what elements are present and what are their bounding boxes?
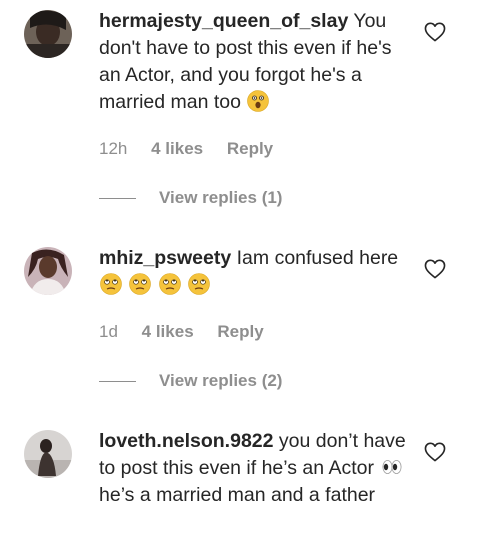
comment-text: loveth.nelson.9822 you don’t have to pos… xyxy=(99,428,409,509)
reply-button[interactable]: Reply xyxy=(227,139,273,158)
eye-roll-emoji xyxy=(129,273,152,295)
comment-username[interactable]: mhiz_psweety xyxy=(99,247,231,269)
astonished-face-emoji xyxy=(247,90,270,112)
reply-button[interactable]: Reply xyxy=(217,322,263,341)
avatar[interactable] xyxy=(24,430,72,478)
comment-body-continued: he’s a married man and a father xyxy=(99,484,376,506)
comment-username[interactable]: hermajesty_queen_of_slay xyxy=(99,10,348,32)
eye-roll-emoji xyxy=(100,273,122,295)
comment-text: mhiz_psweety Iam confused here xyxy=(99,245,409,299)
likes-count[interactable]: 4 likes xyxy=(151,139,203,158)
eye-roll-emoji xyxy=(159,273,181,295)
comment-time: 12h xyxy=(99,139,128,158)
comment-username[interactable]: loveth.nelson.9822 xyxy=(99,430,273,452)
avatar[interactable] xyxy=(24,10,72,58)
divider-line xyxy=(99,197,136,199)
view-replies-button[interactable]: View replies (1) xyxy=(159,188,282,208)
comment-text: hermajesty_queen_of_slay You don't have … xyxy=(99,8,409,116)
eyes-emoji xyxy=(382,460,402,474)
comment-time: 1d xyxy=(99,322,118,341)
view-replies[interactable]: View replies (2) xyxy=(99,369,282,393)
emoji-group xyxy=(99,273,211,296)
comment-meta: 12h 4 likes Reply xyxy=(99,139,292,159)
eye-roll-emoji xyxy=(188,273,211,295)
heart-outline-icon[interactable] xyxy=(424,259,446,279)
likes-count[interactable]: 4 likes xyxy=(142,322,194,341)
heart-outline-icon[interactable] xyxy=(424,22,446,42)
view-replies-button[interactable]: View replies (2) xyxy=(159,371,282,391)
view-replies[interactable]: View replies (1) xyxy=(99,186,282,210)
avatar[interactable] xyxy=(24,247,72,295)
heart-outline-icon[interactable] xyxy=(424,442,446,462)
comment-body: Iam confused here xyxy=(236,247,399,269)
comment-meta: 1d 4 likes Reply xyxy=(99,322,283,342)
divider-line xyxy=(99,380,136,382)
